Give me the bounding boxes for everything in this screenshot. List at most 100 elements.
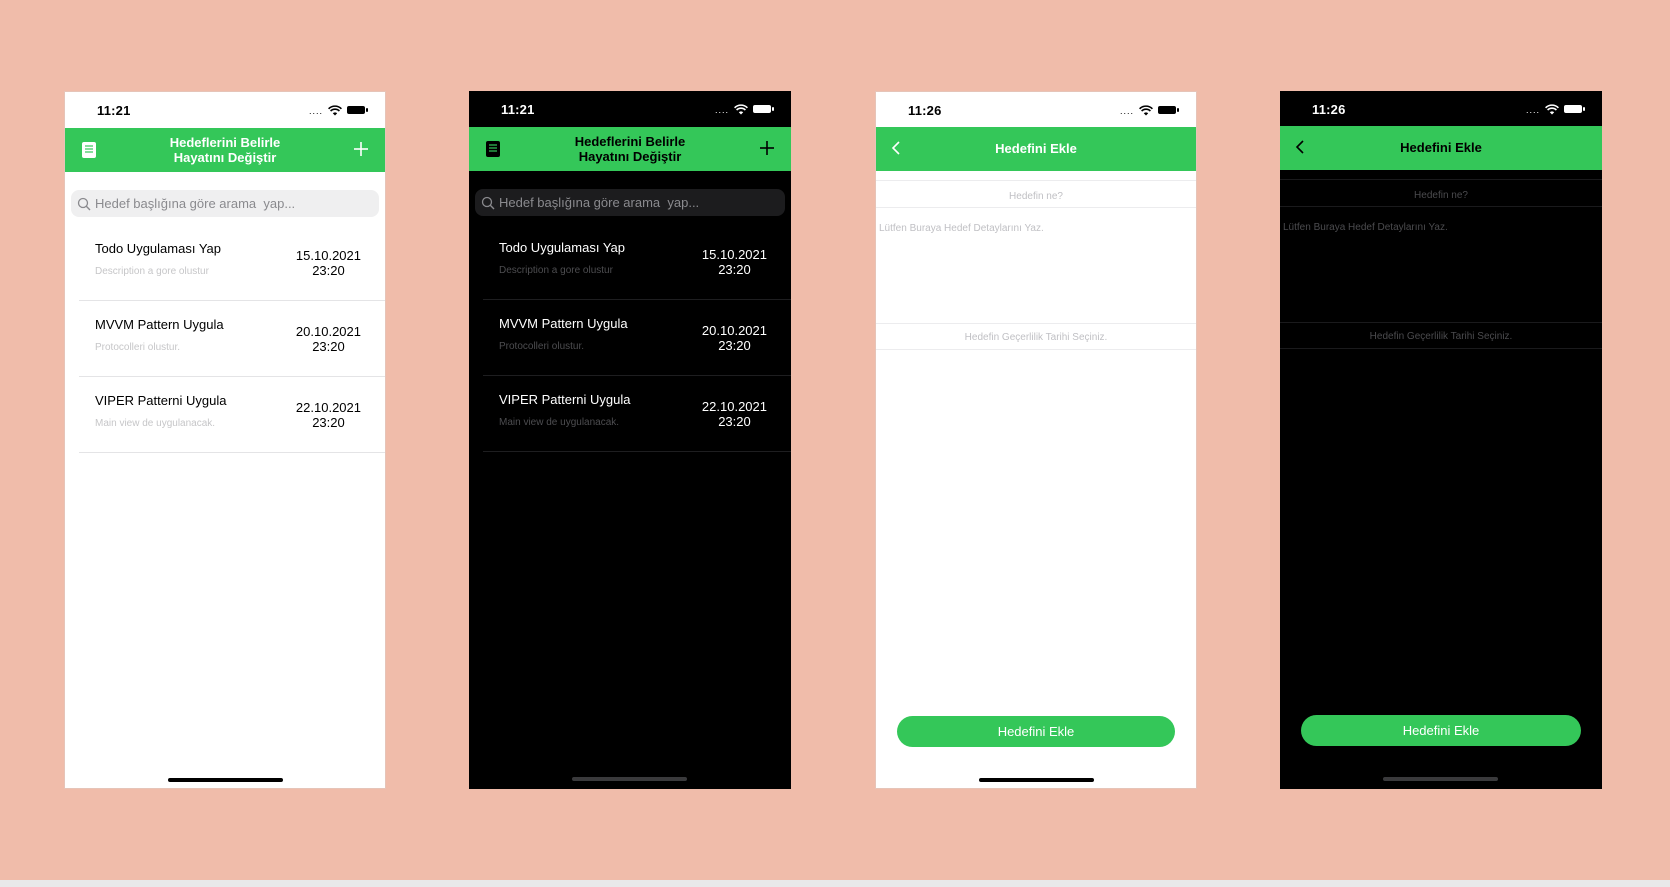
wifi-icon — [734, 103, 748, 114]
showcase-background: 11:21 .... Hedeflerini Belirle Hayatını … — [0, 0, 1670, 880]
goal-datetime: 15.10.2021 23:20 — [296, 248, 361, 278]
goal-list-screen-light: 11:21 .... Hedeflerini Belirle Hayatını … — [64, 91, 386, 789]
goal-title-field[interactable]: Hedefin ne? — [876, 180, 1196, 208]
goal-date: 20.10.2021 — [701, 323, 767, 338]
home-indicator[interactable] — [1383, 777, 1498, 781]
status-bar: 11:26 .... — [876, 92, 1196, 128]
notepad-icon[interactable] — [485, 140, 501, 158]
goal-time: 23:20 — [312, 415, 345, 430]
page-title-line2: Hayatını Değiştir — [173, 150, 277, 165]
status-bar: 11:21 .... — [469, 91, 791, 127]
status-time: 11:21 — [97, 103, 131, 118]
status-time: 11:26 — [1312, 102, 1346, 117]
search-input[interactable] — [95, 196, 345, 211]
home-indicator[interactable] — [572, 777, 687, 781]
goal-time: 23:20 — [718, 414, 751, 429]
goal-datetime: 20.10.2021 23:20 — [702, 323, 767, 353]
goal-datetime: 22.10.2021 23:20 — [296, 400, 361, 430]
chevron-left-back-icon[interactable] — [886, 138, 906, 158]
add-goal-plus-icon[interactable] — [351, 139, 371, 159]
goal-description: Main view de uygulanacak. — [95, 418, 216, 429]
navigation-bar: Hedefini Ekle — [1280, 126, 1602, 170]
goal-datetime: 15.10.2021 23:20 — [702, 247, 767, 277]
status-bar: 11:26 .... — [1280, 91, 1602, 127]
goal-list-screen-dark: 11:21 .... Hedeflerini Belirle Hayatını … — [469, 91, 791, 789]
goal-description: Protocolleri olustur. — [499, 341, 585, 352]
page-title-line1: Hedeflerini Belirle — [169, 135, 281, 150]
status-time: 11:26 — [908, 103, 942, 118]
goal-datetime: 20.10.2021 23:20 — [296, 324, 361, 354]
list-item[interactable]: VIPER Patterni Uygula Main view de uygul… — [79, 377, 385, 453]
goal-title: Todo Uygulaması Yap — [95, 241, 221, 256]
goal-title: MVVM Pattern Uygula — [95, 317, 224, 332]
goal-date: 20.10.2021 — [295, 324, 361, 339]
goal-title: VIPER Patterni Uygula — [95, 393, 227, 408]
status-icons: .... — [308, 104, 368, 116]
cellular-signal-icon: .... — [1119, 105, 1134, 116]
battery-icon — [1158, 106, 1179, 114]
wifi-icon — [328, 104, 342, 115]
cellular-signal-icon: .... — [714, 104, 729, 115]
add-goal-screen-dark: 11:26 .... Hedefini Ekle Hedefin ne? Lüt… — [1280, 91, 1602, 789]
goal-title: MVVM Pattern Uygula — [499, 316, 628, 331]
goal-title: Todo Uygulaması Yap — [499, 240, 625, 255]
list-item[interactable]: Todo Uygulaması Yap Description a gore o… — [483, 224, 791, 300]
list-item[interactable]: MVVM Pattern Uygula Protocolleri olustur… — [79, 301, 385, 377]
add-goal-button[interactable]: Hedefini Ekle — [897, 716, 1175, 747]
status-icons: .... — [1119, 104, 1179, 116]
goal-date: 15.10.2021 — [701, 247, 767, 262]
notepad-icon[interactable] — [81, 141, 97, 159]
cellular-signal-icon: .... — [1525, 104, 1540, 115]
battery-icon — [753, 105, 774, 113]
goal-time: 23:20 — [718, 262, 751, 277]
goal-list: Todo Uygulaması Yap Description a gore o… — [469, 224, 791, 452]
goal-time: 23:20 — [718, 338, 751, 353]
chevron-left-back-icon[interactable] — [1290, 137, 1310, 157]
goal-date: 22.10.2021 — [295, 400, 361, 415]
goal-date: 15.10.2021 — [295, 248, 361, 263]
search-bar — [475, 189, 785, 216]
add-goal-screen-light: 11:26 .... Hedefini Ekle Hedefin ne? Lüt… — [875, 91, 1197, 789]
status-icons: .... — [714, 103, 774, 115]
navigation-bar: Hedefini Ekle — [876, 127, 1196, 171]
goal-title: VIPER Patterni Uygula — [499, 392, 631, 407]
page-title: Hedefini Ekle — [1400, 140, 1482, 155]
goal-date-picker[interactable]: Hedefin Geçerlilik Tarihi Seçiniz. — [1280, 323, 1602, 349]
goal-date: 22.10.2021 — [701, 399, 767, 414]
status-icons: .... — [1525, 103, 1585, 115]
page-title: Hedefini Ekle — [995, 141, 1077, 156]
navigation-bar: Hedeflerini Belirle Hayatını Değiştir — [469, 127, 791, 171]
wifi-icon — [1545, 103, 1559, 114]
navigation-bar: Hedeflerini Belirle Hayatını Değiştir — [65, 128, 385, 172]
home-indicator[interactable] — [979, 778, 1094, 782]
page-title: Hedeflerini Belirle Hayatını Değiştir — [115, 135, 335, 165]
add-goal-plus-icon[interactable] — [757, 138, 777, 158]
battery-icon — [347, 106, 368, 114]
home-indicator[interactable] — [168, 778, 283, 782]
goal-detail-textarea[interactable]: Lütfen Buraya Hedef Detaylarını Yaz. — [1280, 207, 1602, 323]
list-item[interactable]: MVVM Pattern Uygula Protocolleri olustur… — [483, 300, 791, 376]
search-icon — [481, 196, 495, 209]
status-time: 11:21 — [501, 102, 535, 117]
add-goal-button[interactable]: Hedefini Ekle — [1301, 715, 1581, 746]
page-title: Hedeflerini Belirle Hayatını Değiştir — [519, 134, 741, 164]
goal-detail-textarea[interactable]: Lütfen Buraya Hedef Detaylarını Yaz. — [876, 208, 1196, 324]
goal-list: Todo Uygulaması Yap Description a gore o… — [65, 225, 385, 453]
goal-description: Protocolleri olustur. — [95, 342, 181, 353]
search-icon — [77, 197, 91, 210]
wifi-icon — [1139, 104, 1153, 115]
goal-time: 23:20 — [312, 339, 345, 354]
page-title-line1: Hedeflerini Belirle — [574, 134, 686, 149]
goal-time: 23:20 — [312, 263, 345, 278]
list-item[interactable]: Todo Uygulaması Yap Description a gore o… — [79, 225, 385, 301]
goal-datetime: 22.10.2021 23:20 — [702, 399, 767, 429]
goal-title-field[interactable]: Hedefin ne? — [1280, 179, 1602, 207]
search-input[interactable] — [499, 195, 749, 210]
list-item[interactable]: VIPER Patterni Uygula Main view de uygul… — [483, 376, 791, 452]
battery-icon — [1564, 105, 1585, 113]
cellular-signal-icon: .... — [308, 105, 323, 116]
status-bar: 11:21 .... — [65, 92, 385, 128]
goal-date-picker[interactable]: Hedefin Geçerlilik Tarihi Seçiniz. — [876, 324, 1196, 350]
page-title-line2: Hayatını Değiştir — [578, 149, 682, 164]
goal-description: Description a gore olustur — [499, 265, 613, 276]
